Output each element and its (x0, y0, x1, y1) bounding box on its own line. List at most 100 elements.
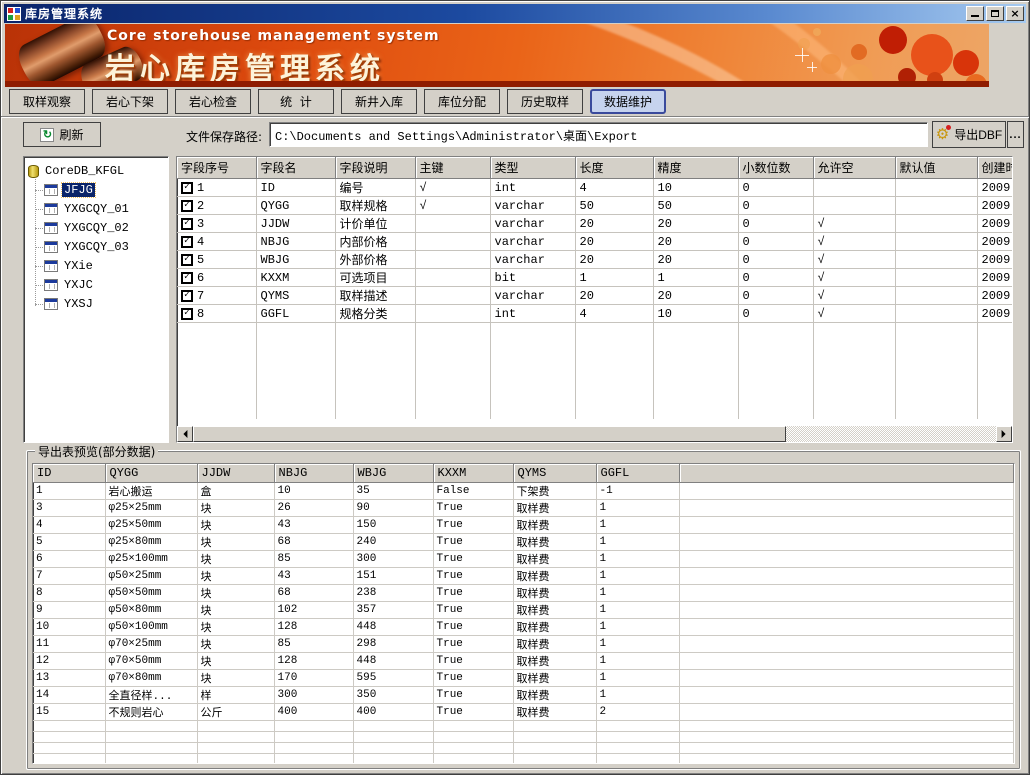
field-row[interactable]: ✓1 ID 编号 √ int 4 10 0 2009-4- (177, 179, 1013, 197)
field-row[interactable]: ✓7 QYMS 取样描述 varchar 20 20 0 √ 2009-4- (177, 287, 1013, 305)
preview-row[interactable]: 10φ50×100mm块 128448True 取样费1 (33, 619, 1013, 636)
field-row[interactable]: ✓5 WBJG 外部价格 varchar 20 20 0 √ 2009-4- (177, 251, 1013, 269)
preview-row[interactable] (33, 721, 1013, 732)
preview-row[interactable]: 7φ50×25mm块 43151True 取样费1 (33, 568, 1013, 585)
database-icon (28, 165, 39, 178)
field-row[interactable]: ✓8 GGFL 规格分类 int 4 10 0 √ 2009-4- (177, 305, 1013, 323)
tree-item[interactable]: YXGCQY_03 (28, 237, 168, 256)
column-header[interactable]: 小数位数 (738, 157, 813, 179)
field-checkbox[interactable]: ✓ (181, 218, 193, 230)
maximize-button[interactable] (986, 6, 1004, 21)
column-header[interactable]: 字段名 (256, 157, 335, 179)
preview-row[interactable]: 6φ25×100mm块 85300True 取样费1 (33, 551, 1013, 568)
tree-item[interactable]: YXSJ (28, 294, 168, 313)
toolbar-button[interactable]: 取样观察 (9, 89, 85, 114)
field-row[interactable]: ✓4 NBJG 内部价格 varchar 20 20 0 √ 2009-4- (177, 233, 1013, 251)
preview-row[interactable] (33, 754, 1013, 765)
column-header[interactable]: ID (33, 464, 105, 483)
preview-row[interactable]: 15不规则岩心公斤 400400True 取样费2 (33, 704, 1013, 721)
save-path-input[interactable]: C:\Documents and Settings\Administrator\… (269, 122, 928, 147)
banner-bubble (851, 44, 867, 60)
preview-grid: ID QYGG JJDW NBJG WBJG KXXM QYMS GGFL (32, 463, 1015, 764)
preview-row[interactable]: 12φ70×50mm块 128448True 取样费1 (33, 653, 1013, 670)
toolbar-button[interactable]: 岩心检查 (175, 89, 251, 114)
horizontal-scrollbar[interactable] (177, 426, 1012, 442)
export-dbf-button[interactable]: ⚙ 导出DBF (932, 121, 1006, 148)
banner-subtitle: Core storehouse management system (107, 28, 440, 44)
preview-row[interactable]: 11φ70×25mm块 85298True 取样费1 (33, 636, 1013, 653)
preview-row[interactable]: 3φ25×25mm块 2690True 取样费1 (33, 500, 1013, 517)
preview-row[interactable]: 4φ25×50mm块 43150True 取样费1 (33, 517, 1013, 534)
column-header[interactable]: 字段说明 (335, 157, 415, 179)
column-header[interactable]: NBJG (274, 464, 353, 483)
tree-item[interactable]: YXJC (28, 275, 168, 294)
table-icon (44, 241, 58, 253)
column-header[interactable]: 允许空 (813, 157, 895, 179)
column-header[interactable]: KXXM (433, 464, 513, 483)
column-header[interactable] (679, 464, 1013, 483)
field-checkbox[interactable]: ✓ (181, 254, 193, 266)
column-header[interactable]: GGFL (596, 464, 679, 483)
close-button[interactable]: × (1006, 6, 1024, 21)
preview-row[interactable]: 8φ50×50mm块 68238True 取样费1 (33, 585, 1013, 602)
scroll-left-button[interactable] (177, 426, 193, 442)
column-header[interactable]: 精度 (653, 157, 738, 179)
tree-item-label: YXGCQY_01 (62, 202, 131, 216)
banner-strip (5, 81, 989, 87)
scroll-right-button[interactable] (996, 426, 1012, 442)
tree-root-node[interactable]: CoreDB_KFGL (28, 162, 168, 180)
banner-bubble (953, 50, 979, 76)
table-icon (44, 260, 58, 272)
column-header[interactable]: 字段序号 (177, 157, 256, 179)
ellipsis-icon: ... (1009, 129, 1021, 141)
close-icon: × (1010, 9, 1019, 19)
preview-row[interactable]: 14全直径样...样 300350True 取样费1 (33, 687, 1013, 704)
field-checkbox[interactable]: ✓ (181, 272, 193, 284)
column-header[interactable]: WBJG (353, 464, 433, 483)
preview-row[interactable] (33, 732, 1013, 743)
field-checkbox[interactable]: ✓ (181, 290, 193, 302)
maximize-icon (991, 10, 999, 17)
field-checkbox[interactable]: ✓ (181, 200, 193, 212)
preview-row[interactable]: 9φ50×80mm块 102357True 取样费1 (33, 602, 1013, 619)
column-header[interactable]: JJDW (197, 464, 274, 483)
column-header[interactable]: QYMS (513, 464, 596, 483)
column-header[interactable]: 主键 (415, 157, 490, 179)
preview-groupbox-label: 导出表预览(部分数据) (35, 443, 158, 460)
toolbar-button[interactable]: 统 计 (258, 89, 334, 114)
tree-item-label: YXGCQY_03 (62, 240, 131, 254)
toolbar-button[interactable]: 数据维护 (590, 89, 666, 114)
preview-row[interactable] (33, 743, 1013, 754)
column-header[interactable]: 默认值 (895, 157, 977, 179)
column-header[interactable]: 类型 (490, 157, 575, 179)
toolbar-button[interactable]: 库位分配 (424, 89, 500, 114)
preview-row[interactable]: 13φ70×80mm块 170595True 取样费1 (33, 670, 1013, 687)
tree-item[interactable]: YXie (28, 256, 168, 275)
column-header[interactable]: 长度 (575, 157, 653, 179)
minimize-button[interactable] (966, 6, 984, 21)
tree-item[interactable]: JFJG (28, 180, 168, 199)
column-header[interactable]: QYGG (105, 464, 197, 483)
preview-row[interactable]: 1岩心搬运盒 1035False 下架费-1 (33, 483, 1013, 500)
tree-item-label: YXJC (62, 278, 95, 292)
table-icon (44, 279, 58, 291)
field-checkbox[interactable]: ✓ (181, 236, 193, 248)
banner-bubble (813, 28, 821, 36)
tree-item[interactable]: YXGCQY_01 (28, 199, 168, 218)
field-row[interactable]: ✓6 KXXM 可选项目 bit 1 1 0 √ 2009-4- (177, 269, 1013, 287)
toolbar: 取样观察 岩心下架 岩心检查 统 计 新井入库 库位分配 历史取样 数据维护 (9, 89, 666, 114)
preview-row[interactable]: 5φ25×80mm块 68240True 取样费1 (33, 534, 1013, 551)
toolbar-button[interactable]: 岩心下架 (92, 89, 168, 114)
field-row[interactable]: ✓2 QYGG 取样规格 √ varchar 50 50 0 2009-4- (177, 197, 1013, 215)
column-header[interactable]: 创建时 (977, 157, 1013, 179)
refresh-button[interactable]: ↻ 刷新 (23, 122, 101, 147)
scrollbar-thumb[interactable] (193, 426, 786, 442)
field-checkbox[interactable]: ✓ (181, 308, 193, 320)
field-checkbox[interactable]: ✓ (181, 182, 193, 194)
field-row[interactable]: ✓3 JJDW 计价单位 varchar 20 20 0 √ 2009-4- (177, 215, 1013, 233)
tree-item[interactable]: YXGCQY_02 (28, 218, 168, 237)
preview-groupbox: 导出表预览(部分数据) ID QYGG JJDW NBJG WBJG KXXM … (26, 450, 1021, 770)
browse-path-button[interactable]: ... (1007, 121, 1024, 148)
toolbar-button[interactable]: 历史取样 (507, 89, 583, 114)
toolbar-button[interactable]: 新井入库 (341, 89, 417, 114)
